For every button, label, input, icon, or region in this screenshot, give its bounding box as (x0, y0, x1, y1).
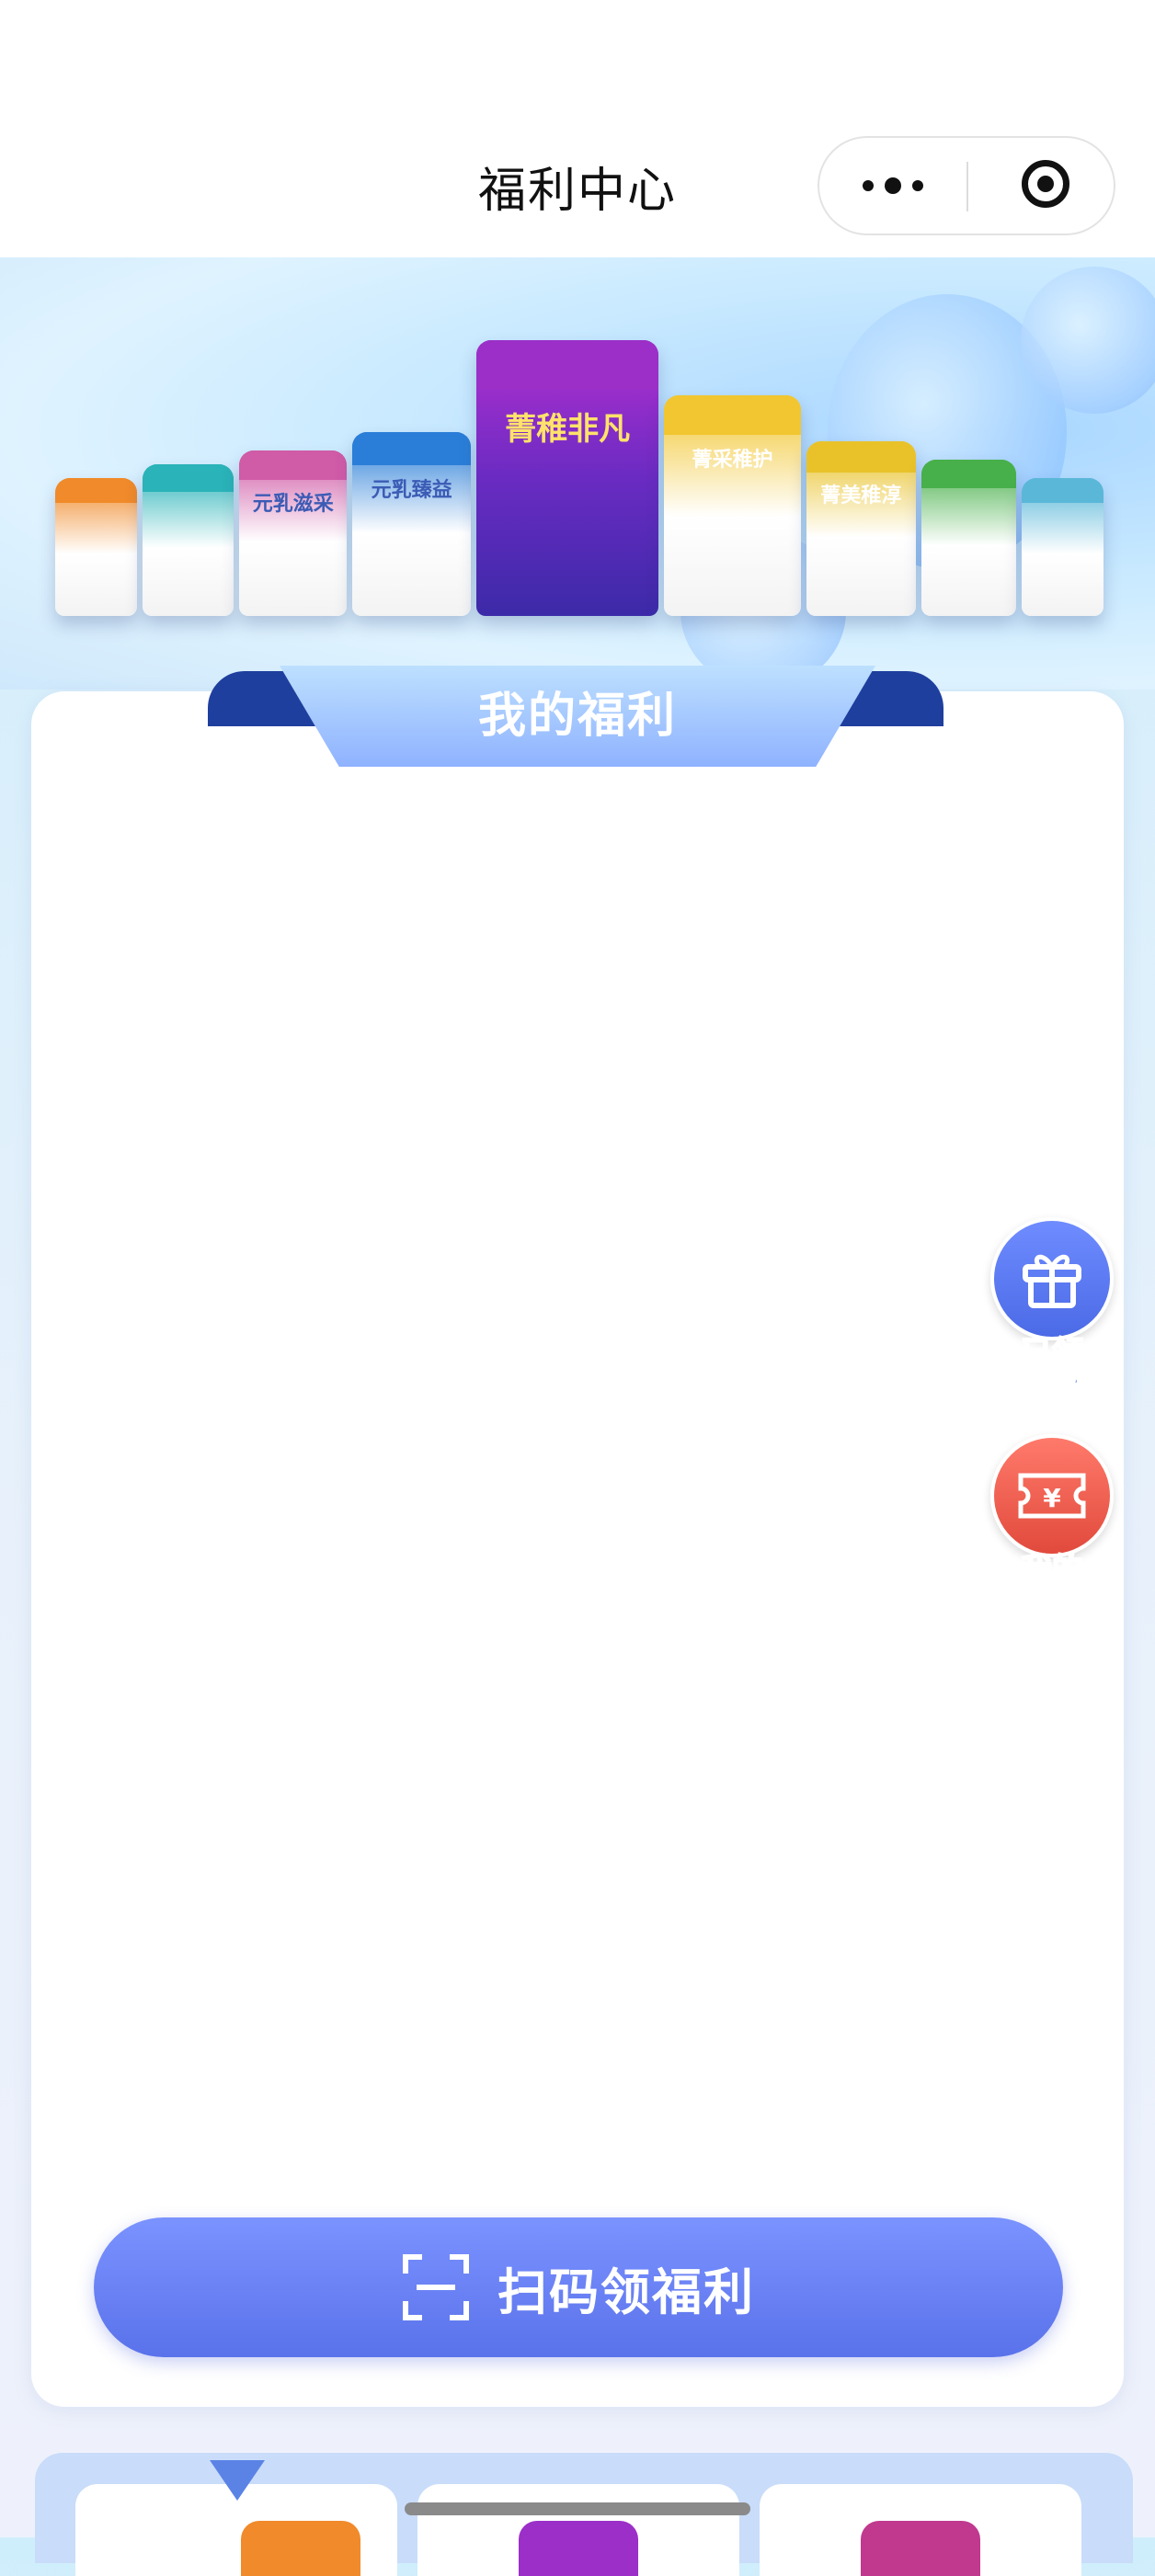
can-label: 元乳臻益 (371, 478, 452, 502)
can-lid (352, 432, 472, 465)
can-lid (239, 450, 348, 481)
scan-welfare-button[interactable]: 扫码领福利 (94, 2217, 1063, 2357)
can-label: 菁美稚淳 (820, 484, 902, 507)
svg-text:¥: ¥ (1043, 1483, 1061, 1513)
section-title: 我的福利 (477, 689, 677, 744)
target-circle-icon[interactable] (1022, 160, 1069, 208)
claimed-welfare-label-2: 取福利 (1004, 1365, 1100, 1403)
can-lid (921, 460, 1016, 488)
scan-icon (403, 2254, 469, 2320)
can-lid (1021, 478, 1104, 503)
can-lid (664, 395, 801, 436)
home-indicator (405, 2502, 750, 2515)
product-can (55, 478, 138, 616)
selected-pointer-icon (210, 2460, 265, 2501)
product-can (1021, 478, 1104, 616)
product-thumb-card[interactable] (417, 2484, 739, 2576)
more-dots-icon[interactable] (819, 138, 966, 234)
product-cans: 元乳滋采 元乳臻益 菁稚非凡菁采稚护菁美稚淳 (55, 313, 1104, 616)
product-can: 元乳滋采 (239, 450, 348, 616)
product-thumb-card[interactable] (760, 2484, 1081, 2576)
product-can: 菁美稚淳 (806, 441, 916, 616)
can-label: 菁稚非凡 (505, 411, 631, 449)
product-can: 元乳臻益 (352, 432, 472, 616)
can-lid (806, 441, 916, 473)
product-can: 菁稚非凡 (476, 340, 659, 616)
product-can (921, 460, 1016, 616)
my-coupons-label-2: 优惠券 (1004, 1582, 1100, 1620)
product-can (143, 464, 234, 616)
welfare-card (31, 691, 1124, 2407)
can-label: 菁采稚护 (692, 449, 773, 473)
product-thumb (241, 2521, 360, 2576)
can-lid (55, 478, 138, 503)
product-can: 菁采稚护 (664, 395, 801, 616)
gift-icon (990, 1217, 1114, 1340)
product-banner: 元乳滋采 元乳臻益 菁稚非凡菁采稚护菁美稚淳 (0, 257, 1155, 690)
claimed-welfare-button[interactable]: 已领 取福利 (988, 1217, 1116, 1402)
product-thumb (861, 2521, 980, 2576)
capsule-divider (966, 162, 968, 211)
status-bar (0, 0, 1155, 129)
can-label: 元乳滋采 (252, 492, 334, 516)
mini-program-capsule (818, 136, 1115, 235)
product-thumb (519, 2521, 638, 2576)
my-coupons-button[interactable]: ¥ 我的 优惠券 (988, 1434, 1116, 1619)
can-lid (143, 464, 234, 492)
scan-welfare-label: 扫码领福利 (497, 2263, 755, 2321)
coupon-icon: ¥ (990, 1434, 1114, 1557)
can-lid (476, 340, 659, 390)
